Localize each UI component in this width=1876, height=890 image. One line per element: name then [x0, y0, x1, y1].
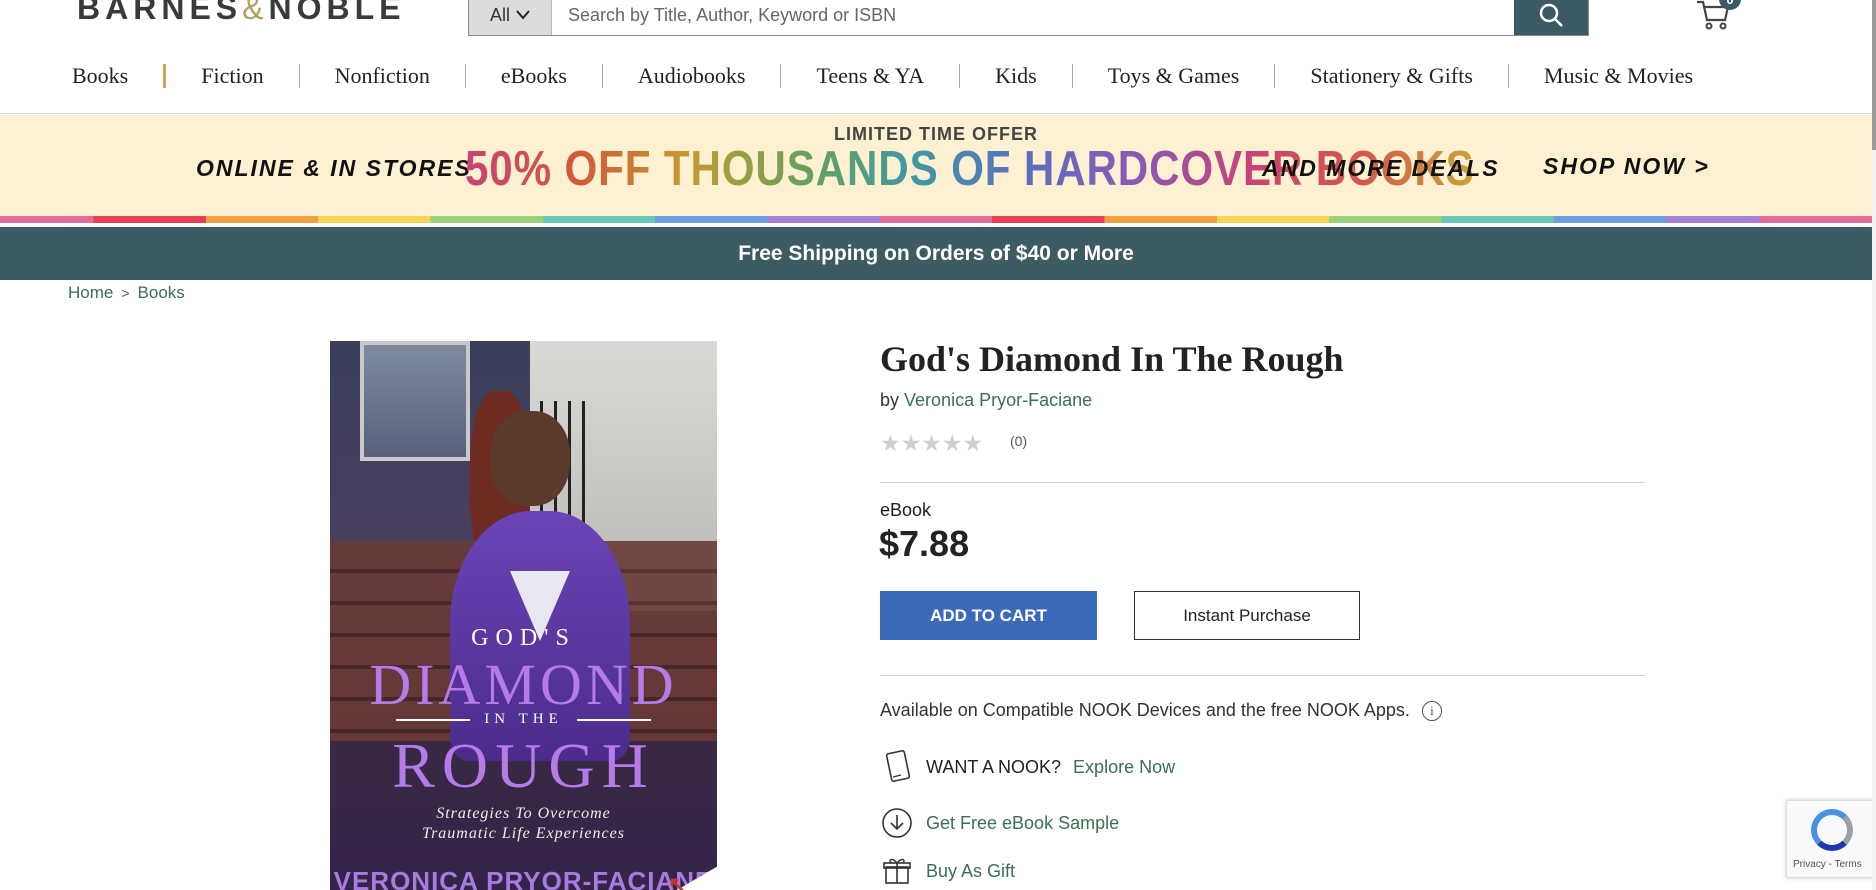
search-category-label: All — [489, 4, 510, 25]
promo-left-text: ONLINE & IN STORES — [196, 155, 472, 181]
breadcrumb: Home > Books — [68, 283, 185, 303]
search-bar: All — [468, 0, 1589, 36]
page-scrollbar[interactable] — [1872, 0, 1876, 890]
availability-text: Available on Compatible NOOK Devices and… — [880, 700, 1410, 720]
want-nook-label: WANT A NOOK? — [926, 756, 1062, 777]
product-title: God's Diamond In The Rough — [880, 339, 1344, 379]
nav-item-toys-games[interactable]: Toys & Games — [1073, 63, 1275, 89]
nav-item-nonfiction[interactable]: Nonfiction — [300, 63, 465, 89]
free-sample-row[interactable]: Get Free eBook Sample — [880, 806, 1119, 840]
add-to-cart-button[interactable]: ADD TO CART — [880, 591, 1097, 640]
cart-button[interactable]: 0 — [1695, 0, 1741, 36]
author-by-label: by — [880, 390, 900, 410]
breadcrumb-separator: > — [121, 285, 130, 301]
promo-stripes — [0, 216, 1872, 223]
buy-as-gift-row[interactable]: Buy As Gift — [880, 854, 1015, 888]
scrollbar-thumb[interactable] — [1872, 0, 1876, 150]
cover-subtitle: Strategies To Overcome Traumatic Life Ex… — [330, 804, 717, 844]
cover-title-diamond: DIAMOND — [369, 652, 678, 717]
search-input[interactable] — [552, 0, 1514, 35]
nav-item-stationery-gifts[interactable]: Stationery & Gifts — [1275, 63, 1508, 89]
divider — [880, 482, 1645, 483]
instant-purchase-button[interactable]: Instant Purchase — [1134, 591, 1360, 640]
availability-note: Available on Compatible NOOK Devices and… — [880, 700, 1442, 721]
search-button[interactable] — [1514, 0, 1588, 35]
cover-subtitle-line-1: Strategies To Overcome — [436, 805, 611, 822]
cover-title-in-the: IN THE — [330, 711, 717, 728]
free-shipping-bar[interactable]: Free Shipping on Orders of $40 or More — [0, 227, 1872, 280]
breadcrumb-home[interactable]: Home — [68, 283, 113, 303]
buy-as-gift-link[interactable]: Buy As Gift — [926, 861, 1015, 882]
nav-item-audiobooks[interactable]: Audiobooks — [603, 63, 781, 89]
nook-device-icon — [880, 750, 914, 784]
cover-subtitle-line-2: Traumatic Life Experiences — [422, 825, 625, 842]
info-icon[interactable]: i — [1421, 700, 1442, 721]
nav-item-books[interactable]: Books — [0, 63, 163, 89]
expand-arrow-icon[interactable]: ↖ — [668, 872, 686, 890]
barnes-noble-logo[interactable]: BARNES&NOBLE — [77, 0, 405, 27]
recaptcha-icon — [1811, 809, 1853, 851]
cover-title-gods: GOD'S — [471, 625, 576, 651]
nav-item-teens-ya[interactable]: Teens & YA — [781, 63, 959, 89]
recaptcha-badge[interactable]: Privacy - Terms — [1786, 800, 1876, 878]
nav-item-ebooks[interactable]: eBooks — [466, 63, 602, 89]
search-icon — [1539, 3, 1563, 27]
cover-author: VERONICA PRYOR-FACIANE — [333, 866, 714, 890]
cover-title-rough: ROUGH — [392, 730, 655, 801]
breadcrumb-books[interactable]: Books — [138, 283, 185, 303]
author-link[interactable]: Veronica Pryor-Faciane — [904, 390, 1092, 410]
explore-now-link[interactable]: Explore Now — [1073, 757, 1175, 778]
nav-item-kids[interactable]: Kids — [960, 63, 1072, 89]
main-nav: Books Fiction Nonfiction eBooks Audioboo… — [0, 58, 1872, 94]
recaptcha-privacy-terms[interactable]: Privacy - Terms — [1793, 859, 1862, 870]
site-header: BARNES&NOBLE All 0 Books Fiction Nonfict… — [0, 0, 1872, 114]
product-author: by Veronica Pryor-Faciane — [880, 390, 1092, 411]
nav-item-fiction[interactable]: Fiction — [166, 63, 298, 89]
rating-stars[interactable]: ★★★★★ — [880, 430, 983, 457]
price: $7.88 — [879, 523, 970, 564]
download-icon — [880, 806, 914, 840]
gift-icon — [880, 854, 914, 888]
format-label: eBook — [880, 500, 932, 520]
promo-shop-now-link[interactable]: SHOP NOW > — [1543, 153, 1710, 180]
search-category-select[interactable]: All — [469, 0, 552, 35]
review-count[interactable]: (0) — [1010, 433, 1027, 449]
free-sample-link[interactable]: Get Free eBook Sample — [926, 813, 1119, 834]
promo-banner[interactable]: LIMITED TIME OFFER ONLINE & IN STORES 50… — [0, 115, 1872, 223]
promo-right-text: AND MORE DEALS — [1262, 155, 1500, 181]
chevron-down-icon — [516, 10, 530, 20]
cover-head-art — [490, 411, 570, 506]
divider — [880, 675, 1645, 676]
book-cover-image[interactable]: GOD'S DIAMOND IN THE ROUGH Strategies To… — [330, 341, 717, 890]
nav-item-music-movies[interactable]: Music & Movies — [1509, 63, 1728, 89]
want-nook-row: WANT A NOOK? Explore Now — [880, 750, 1175, 784]
